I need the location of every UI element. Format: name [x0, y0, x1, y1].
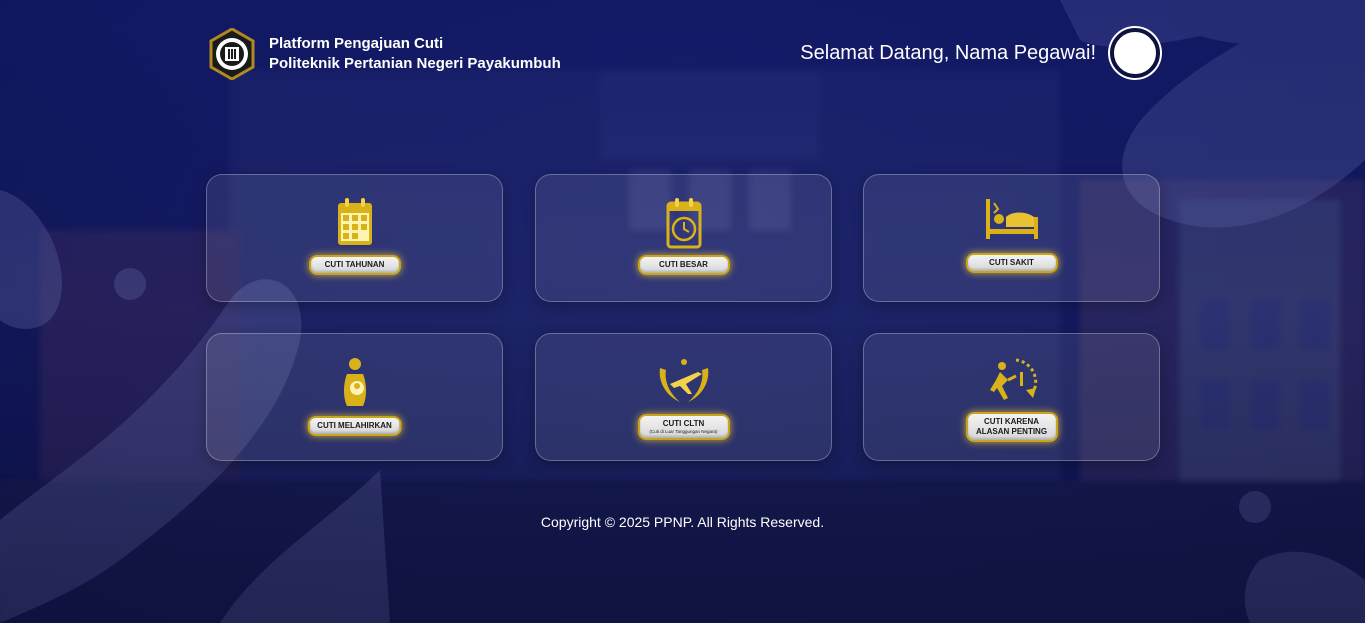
card-label-line1: CUTI KARENA	[983, 417, 1040, 426]
avatar[interactable]	[1110, 28, 1160, 78]
card-cuti-alasan-penting[interactable]: CUTI KARENA ALASAN PENTING	[863, 333, 1160, 461]
card-cuti-cltn[interactable]: CUTI CLTN (Cuti di Luar Tanggungan Negar…	[535, 333, 832, 461]
card-label-main: CUTI CLTN	[662, 419, 705, 428]
card-label: CUTI KARENA ALASAN PENTING	[965, 412, 1058, 442]
ppnp-logo-icon	[209, 28, 255, 80]
welcome-message: Selamat Datang, Nama Pegawai!	[800, 42, 1096, 64]
card-label: CUTI BESAR	[637, 255, 730, 275]
card-label-line2: ALASAN PENTING	[975, 427, 1048, 436]
calendar-clock-icon	[666, 198, 701, 249]
header: Platform Pengajuan Cuti Politeknik Perta…	[206, 28, 1160, 80]
card-cuti-sakit[interactable]: CUTI SAKIT	[863, 174, 1160, 302]
card-label: CUTI CLTN (Cuti di Luar Tanggungan Negar…	[637, 414, 730, 440]
sick-bed-icon	[985, 199, 1038, 239]
calendar-icon	[337, 198, 372, 245]
card-label: CUTI MELAHIRKAN	[307, 416, 402, 436]
winged-plane-icon	[659, 359, 708, 402]
brand-title-line2: Politeknik Pertanian Negeri Payakumbuh	[269, 55, 561, 72]
running-clock-icon	[989, 358, 1037, 400]
page: Platform Pengajuan Cuti Politeknik Perta…	[0, 0, 1365, 623]
brand-title: Platform Pengajuan Cuti Politeknik Perta…	[269, 34, 561, 74]
copyright-text: Copyright © 2025 PPNP. All Rights Reserv…	[540, 514, 825, 530]
brand-title-line1: Platform Pengajuan Cuti	[269, 35, 444, 52]
card-cuti-besar[interactable]: CUTI BESAR	[535, 174, 832, 302]
card-cuti-tahunan[interactable]: CUTI TAHUNAN	[206, 174, 503, 302]
card-label-sub: (Cuti di Luar Tanggungan Negara)	[649, 429, 718, 434]
card-label: CUTI SAKIT	[965, 253, 1058, 273]
mother-baby-icon	[343, 358, 366, 406]
card-cuti-melahirkan[interactable]: CUTI MELAHIRKAN	[206, 333, 503, 461]
card-label: CUTI TAHUNAN	[308, 255, 401, 275]
